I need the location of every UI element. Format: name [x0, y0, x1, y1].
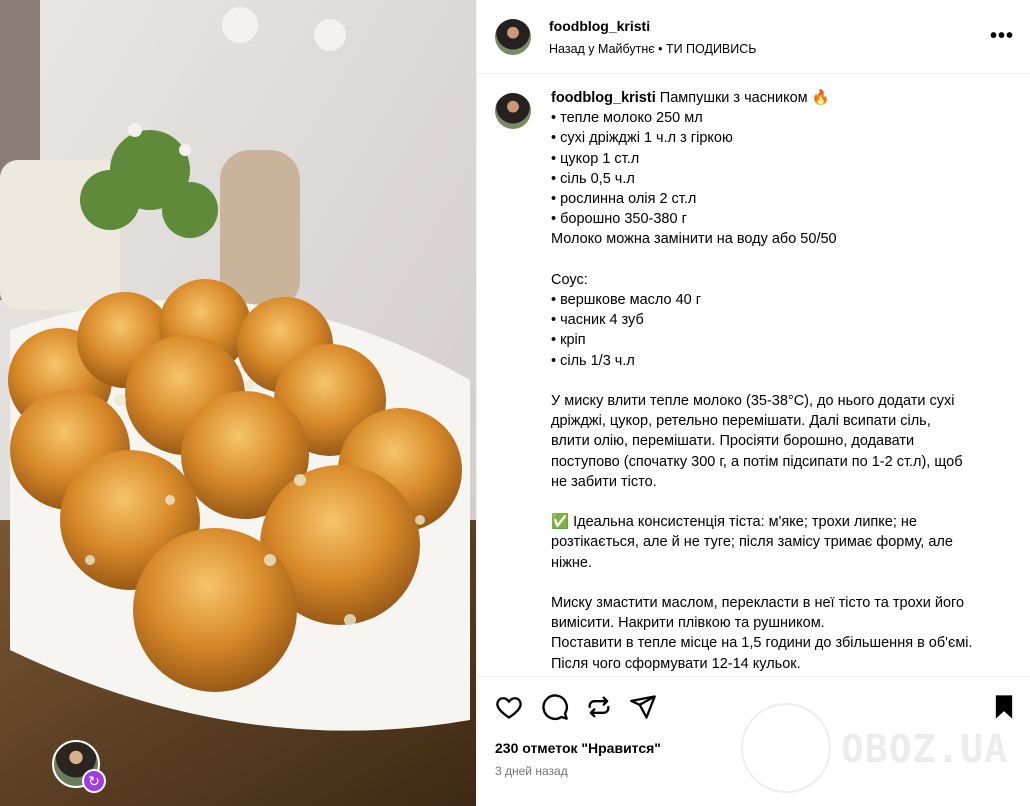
food-image: [0, 0, 476, 806]
audio-track[interactable]: Назад у Майбутнє • ТИ ПОДИВИСЬ: [549, 42, 990, 56]
reshare-icon[interactable]: ↻: [82, 769, 106, 793]
caption-text: Пампушки з часником 🔥 • тепле молоко 250…: [551, 90, 973, 672]
post-dialog: ↻ foodblog_kristi Назад у Майбутнє • ТИ …: [0, 0, 1030, 806]
caption: foodblog_kristi Пампушки з часником 🔥 • …: [495, 88, 1018, 676]
watermark-text: OBOZ.UA: [841, 727, 1009, 771]
caption-avatar[interactable]: [495, 93, 531, 129]
comment-icon[interactable]: [541, 693, 569, 721]
header-text: foodblog_kristi Назад у Майбутнє • ТИ ПО…: [549, 18, 990, 56]
post-sidebar: foodblog_kristi Назад у Майбутнє • ТИ ПО…: [476, 0, 1030, 806]
post-photo[interactable]: ↻: [0, 0, 476, 806]
post-header: foodblog_kristi Назад у Майбутнє • ТИ ПО…: [477, 0, 1030, 74]
caption-username[interactable]: foodblog_kristi: [551, 90, 656, 106]
author-avatar[interactable]: [495, 18, 531, 55]
post-date[interactable]: 3 дней назад: [495, 764, 568, 778]
heart-icon[interactable]: [495, 693, 523, 721]
share-icon[interactable]: [585, 693, 613, 721]
caption-body: foodblog_kristi Пампушки з часником 🔥 • …: [551, 88, 973, 676]
more-options-icon[interactable]: •••: [990, 25, 1014, 48]
post-actions: OBOZ.UA 230 отметок "Нравится" 3 дней на…: [477, 676, 1030, 806]
author-username[interactable]: foodblog_kristi: [549, 18, 990, 34]
bookmark-icon[interactable]: [990, 693, 1018, 721]
send-icon[interactable]: [629, 693, 657, 721]
action-icons: [495, 693, 1018, 721]
likes-count[interactable]: 230 отметок "Нравится": [495, 740, 661, 756]
